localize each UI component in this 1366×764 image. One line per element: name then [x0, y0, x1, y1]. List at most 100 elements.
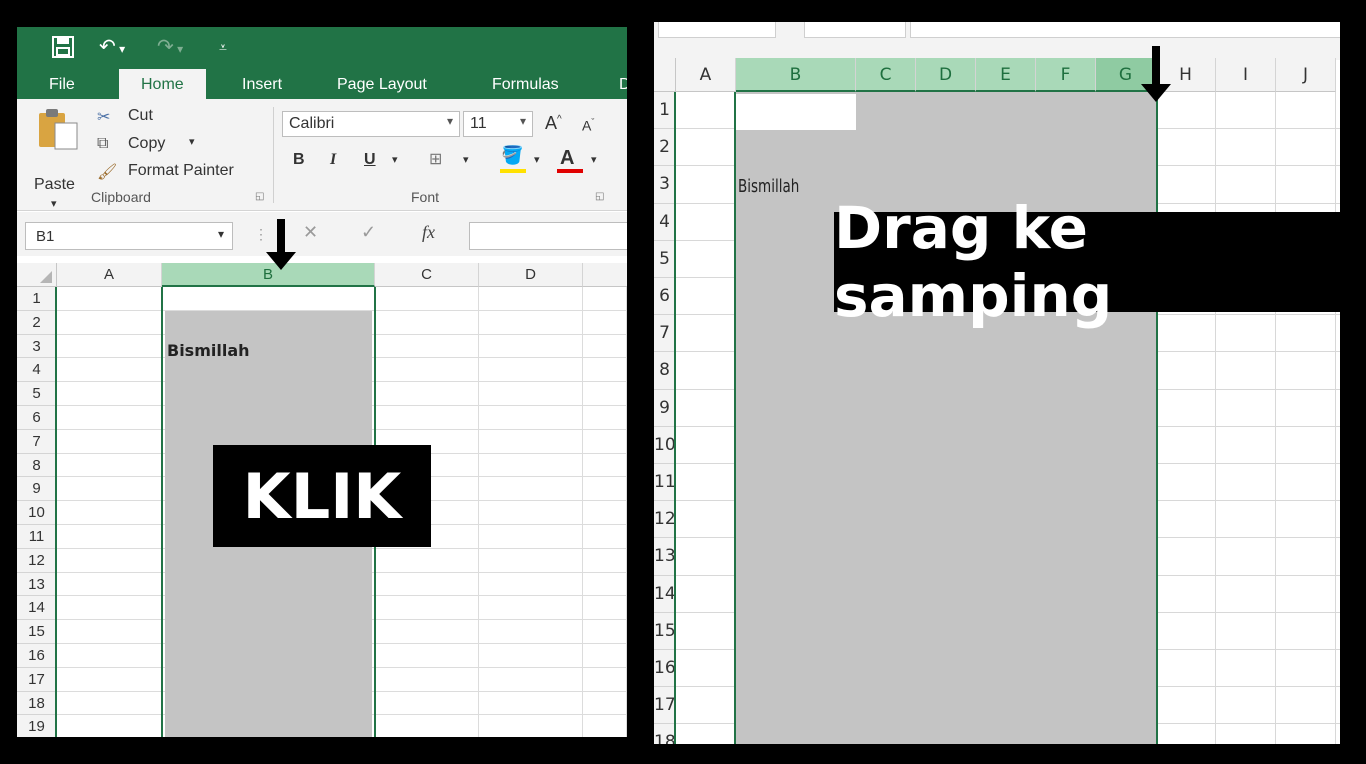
name-box[interactable]: B1 ▾ [25, 222, 233, 250]
excel-window-drag-step: 18 17 16 15 14 13 12 11 10 9 8 7 6 5 4 3 2 1 J I H G F E D C B A Bi… [654, 22, 1344, 744]
paste-button[interactable]: Paste [34, 176, 75, 194]
row-header-5[interactable]: 5 [17, 382, 57, 406]
row-header-16[interactable]: 16 [17, 644, 57, 668]
column-header-f[interactable]: F [1036, 58, 1096, 92]
quick-access-toolbar: ↶ ▾ ↷ ▾ ⩡ [17, 27, 627, 69]
font-color-icon[interactable]: A [560, 147, 574, 170]
clipboard-launcher-icon[interactable]: ◱ [255, 191, 264, 202]
shrink-font-button[interactable]: Aˇ [582, 117, 594, 134]
column-header-a[interactable]: A [57, 263, 162, 287]
row-header-17[interactable]: 17 [17, 667, 57, 692]
row-header-13[interactable]: 13 [17, 572, 57, 597]
row-header-1[interactable]: 1 [654, 92, 676, 130]
cell-b3[interactable]: Bismillah [167, 341, 250, 360]
paste-icon[interactable] [35, 107, 83, 151]
row-header-14[interactable]: 14 [17, 596, 57, 621]
tab-page-layout[interactable]: Page Layout [337, 69, 427, 99]
row-header-4[interactable]: 4 [654, 203, 676, 241]
fill-color-dropdown-icon[interactable]: ▾ [534, 153, 540, 166]
font-name-combo[interactable]: Calibri ▾ [282, 111, 460, 137]
bold-button[interactable]: B [293, 151, 305, 169]
row-header-4[interactable]: 4 [17, 358, 57, 383]
row-header-15[interactable]: 15 [17, 620, 57, 644]
row-header-7[interactable]: 7 [17, 429, 57, 454]
row-header-12[interactable]: 12 [654, 501, 676, 539]
row-header-10[interactable]: 10 [17, 501, 57, 525]
redo-icon[interactable]: ↷ ▾ [157, 35, 183, 61]
save-icon[interactable] [51, 35, 75, 65]
row-header-8[interactable]: 8 [17, 453, 57, 478]
row-header-10[interactable]: 10 [654, 426, 676, 464]
row-header-3[interactable]: 3 [654, 166, 676, 204]
select-all-corner[interactable] [654, 58, 676, 92]
column-header-d[interactable]: D [479, 263, 583, 287]
column-header-b[interactable]: B [736, 58, 856, 92]
format-painter-button[interactable]: Format Painter [128, 162, 234, 180]
cut-button[interactable]: Cut [128, 107, 153, 125]
row-header-8[interactable]: 8 [654, 352, 676, 390]
column-header-e[interactable]: E [976, 58, 1036, 92]
row-header-18[interactable]: 18 [17, 691, 57, 716]
undo-icon[interactable]: ↶ ▾ [99, 35, 125, 61]
borders-dropdown-icon[interactable]: ▾ [463, 153, 469, 166]
column-header-a[interactable]: A [676, 58, 736, 92]
formula-input[interactable] [469, 222, 627, 250]
paste-dropdown-icon[interactable]: ▾ [51, 197, 57, 210]
row-header-17[interactable]: 17 [654, 687, 676, 725]
row-header-2[interactable]: 2 [17, 310, 57, 335]
row-header-3[interactable]: 3 [17, 334, 57, 359]
grow-font-button[interactable]: A^ [545, 113, 562, 134]
row-header-1[interactable]: 1 [17, 287, 57, 311]
select-all-corner[interactable] [17, 263, 57, 287]
column-header-e[interactable] [583, 263, 627, 287]
cancel-icon[interactable]: ✕ [303, 222, 318, 243]
row-header-13[interactable]: 13 [654, 538, 676, 576]
row-header-2[interactable]: 2 [654, 129, 676, 167]
tab-insert[interactable]: Insert [242, 69, 282, 99]
down-arrow-icon [1141, 46, 1171, 102]
underline-button[interactable]: U [364, 151, 376, 169]
column-header-c[interactable]: C [375, 263, 479, 287]
row-header-12[interactable]: 12 [17, 548, 57, 573]
row-header-16[interactable]: 16 [654, 650, 676, 688]
row-header-14[interactable]: 14 [654, 575, 676, 613]
tab-file[interactable]: File [49, 69, 75, 99]
cell-b3[interactable]: Bismillah [738, 176, 799, 197]
fill-color-icon[interactable]: 🪣 [501, 145, 523, 166]
column-header-j[interactable]: J [1276, 58, 1336, 92]
enter-icon[interactable]: ✓ [361, 222, 376, 243]
gridline-column [582, 287, 583, 737]
row-header-18[interactable]: 18 [654, 724, 676, 744]
column-header-c[interactable]: C [856, 58, 916, 92]
row-header-19[interactable]: 19 [17, 715, 57, 737]
insert-function-icon[interactable]: fx [422, 222, 435, 243]
tab-formulas[interactable]: Formulas [492, 69, 559, 99]
row-header-6[interactable]: 6 [654, 278, 676, 316]
gridline-column [478, 287, 479, 737]
formula-input[interactable] [910, 22, 1344, 38]
row-header-9[interactable]: 9 [17, 477, 57, 502]
tab-home[interactable]: Home [119, 69, 206, 99]
column-header-d[interactable]: D [916, 58, 976, 92]
row-header-selected-edge [674, 92, 676, 744]
row-header-11[interactable]: 11 [17, 525, 57, 549]
row-header-15[interactable]: 15 [654, 612, 676, 650]
underline-dropdown-icon[interactable]: ▾ [392, 153, 398, 166]
copy-button[interactable]: Copy [128, 135, 165, 153]
row-header-7[interactable]: 7 [654, 315, 676, 353]
row-header-11[interactable]: 11 [654, 464, 676, 502]
borders-icon[interactable]: ⊞ [429, 149, 442, 169]
italic-button[interactable]: I [330, 151, 336, 169]
row-header-9[interactable]: 9 [654, 389, 676, 427]
row-header-5[interactable]: 5 [654, 240, 676, 278]
customize-toolbar-icon[interactable]: ⩡ [219, 35, 227, 59]
gridline-column [626, 287, 627, 737]
row-header-6[interactable]: 6 [17, 406, 57, 430]
tab-data[interactable]: D [619, 69, 627, 99]
font-launcher-icon[interactable]: ◱ [595, 191, 604, 202]
name-box[interactable] [658, 22, 776, 38]
copy-dropdown-icon[interactable]: ▾ [189, 135, 195, 148]
column-header-i[interactable]: I [1216, 58, 1276, 92]
font-color-dropdown-icon[interactable]: ▾ [591, 153, 597, 166]
font-size-combo[interactable]: 11 ▾ [463, 111, 533, 137]
